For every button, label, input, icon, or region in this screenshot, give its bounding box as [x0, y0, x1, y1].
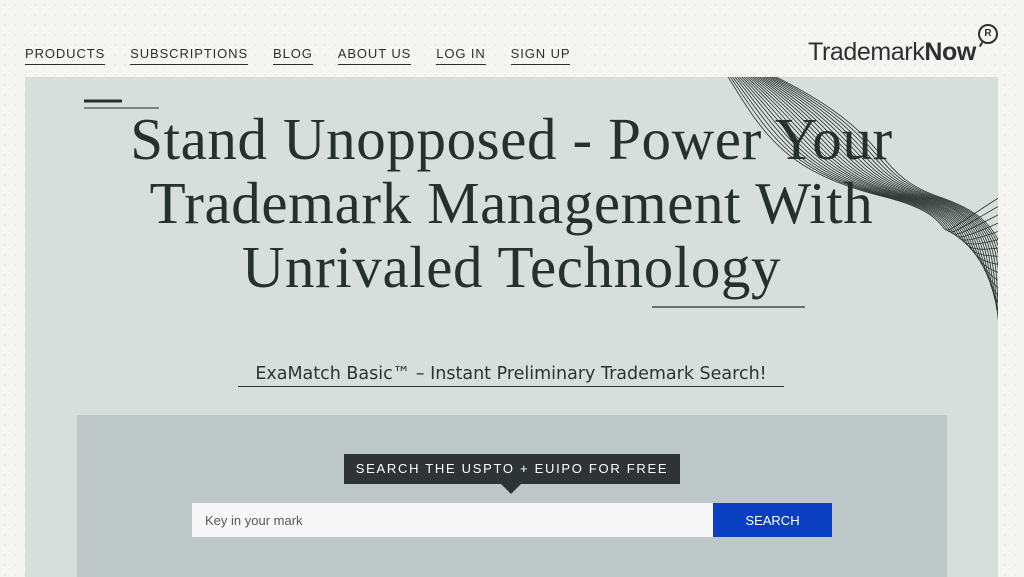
tooltip-arrow	[501, 484, 521, 494]
nav-blog[interactable]: BLOG	[273, 46, 313, 65]
tooltip-text: SEARCH THE USPTO + EUIPO FOR FREE	[355, 461, 669, 476]
headline-line-3: Unrivaled Technology	[241, 234, 782, 300]
mark-search-input[interactable]	[192, 503, 713, 537]
hero-section: Stand Unopposed - Power Your Trademark M…	[25, 77, 998, 577]
headline-line-2: Trademark Management With	[149, 170, 874, 236]
nav-subscriptions[interactable]: SUBSCRIPTIONS	[130, 46, 249, 65]
logo-text-bold: Now	[924, 38, 976, 66]
search-panel: SEARCH THE USPTO + EUIPO FOR FREE SEARCH	[77, 415, 947, 577]
logo-text-regular: Trademark	[808, 38, 925, 66]
search-tooltip: SEARCH THE USPTO + EUIPO FOR FREE	[344, 454, 680, 494]
main-nav: PRODUCTS SUBSCRIPTIONS BLOG ABOUT US LOG…	[25, 46, 595, 65]
nav-products[interactable]: PRODUCTS	[25, 46, 106, 65]
nav-about-us[interactable]: ABOUT US	[337, 46, 412, 65]
nav-sign-up[interactable]: SIGN UP	[510, 46, 571, 65]
nav-log-in[interactable]: LOG IN	[436, 46, 486, 65]
headline-underline	[652, 306, 805, 308]
headline-line-1: Stand Unopposed - Power Your	[130, 106, 893, 172]
registered-icon-tail	[978, 41, 984, 48]
logo-wordmark: TrademarkNow	[808, 38, 976, 67]
examatch-link[interactable]: ExaMatch Basic™ – Instant Preliminary Tr…	[238, 364, 784, 387]
trademarknow-logo[interactable]: TrademarkNow R	[806, 24, 998, 68]
search-button[interactable]: SEARCH	[713, 503, 832, 537]
hero-headline: Stand Unopposed - Power Your Trademark M…	[25, 107, 998, 299]
